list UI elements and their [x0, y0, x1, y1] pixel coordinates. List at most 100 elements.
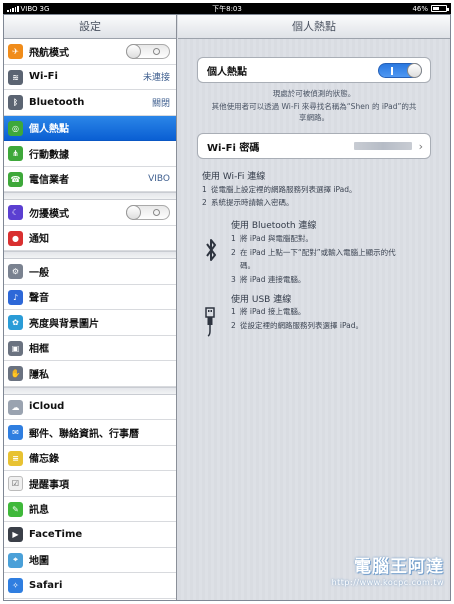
hotspot-toggle-row: 個人熱點 [197, 57, 431, 83]
step-number: 1 [231, 234, 236, 243]
usb-section-title: 使用 USB 連線 [231, 295, 292, 305]
switch-knob [407, 63, 422, 78]
step-text: 碼。 [240, 261, 255, 270]
sidebar-item-cloud[interactable]: ☁ iCloud [4, 395, 176, 420]
battery-percent: 46% [412, 4, 428, 13]
sidebar-item-wallpaper[interactable]: ✿ 亮度與背景圖片 [4, 310, 176, 336]
cloud-icon: ☁ [8, 399, 23, 415]
sidebar-item-label: 行動數據 [29, 149, 69, 161]
sidebar-item-messages[interactable]: ✎ 訊息 [4, 497, 176, 522]
cellular-icon: ⋔ [8, 146, 23, 161]
instruction-step: 2 系統提示時請輸入密碼。 [202, 198, 294, 208]
switch-off-mark [153, 48, 160, 55]
switch-knob [126, 44, 141, 59]
hotspot-switch[interactable] [378, 63, 422, 78]
reminders-icon: ☑ [8, 476, 23, 491]
sidebar-item-reminders[interactable]: ☑ 提醒事項 [4, 471, 176, 497]
speaker-icon: ♪ [8, 289, 23, 305]
maps-icon: ⌖ [8, 552, 23, 568]
group-separator [4, 386, 176, 395]
sidebar-item-airplane[interactable]: ✈ 飛航模式 [4, 39, 176, 65]
share-note-line2: 享網路。 [299, 113, 329, 122]
step-number: 3 [231, 274, 236, 284]
moon-switch[interactable] [126, 205, 170, 220]
mail-icon: ✉ [8, 425, 23, 440]
sidebar-item-label: 相框 [29, 344, 49, 356]
sidebar-item-label: 一般 [29, 267, 49, 279]
instruction-step: 1 從電腦上設定裡的網路服務列表選擇 iPad。 [202, 185, 357, 195]
sidebar-item-label: 勿擾模式 [29, 208, 69, 220]
sidebar-item-picture-frame[interactable]: ▣ 相框 [4, 336, 176, 361]
sidebar-item-phone[interactable]: ☎ 電信業者 VIBO [4, 167, 176, 192]
group-separator [4, 192, 176, 200]
airplane-icon: ✈ [8, 44, 23, 59]
sidebar-item-value: VIBO [148, 173, 170, 184]
bluetooth-section-title: 使用 Bluetooth 連線 [231, 221, 317, 231]
wifi-password-value [354, 142, 412, 150]
settings-sidebar: 設定 ✈ 飛航模式 ≋ Wi-Fi 未連接 ᛒ Bluetooth 關閉 ◎ 個人熱點 ⋔ 行動數據 ☎… [4, 15, 177, 600]
sidebar-item-label: 隱私 [29, 369, 49, 381]
sidebar-item-label: 提醒事項 [29, 479, 69, 491]
sidebar-item-label: 亮度與背景圖片 [29, 318, 99, 330]
sidebar-item-label: 備忘錄 [29, 454, 59, 466]
sidebar-item-label: Wi-Fi [29, 71, 58, 83]
settings-list: ✈ 飛航模式 ≋ Wi-Fi 未連接 ᛒ Bluetooth 關閉 ◎ 個人熱點 ⋔ 行動數據 ☎ 電信業… [4, 39, 176, 599]
chevron-right-icon: › [418, 140, 423, 153]
instruction-step: 3 將 iPad 連接電腦。 [231, 275, 305, 285]
usb-cable-icon [205, 307, 215, 337]
sidebar-item-label: iCloud [29, 401, 65, 413]
sidebar-item-hand[interactable]: ✋ 隱私 [4, 361, 176, 387]
instruction-step: 2 在 iPad 上點一下“配對”或輸入電腦上顯示的代 [231, 248, 396, 258]
safari-icon: ✧ [8, 578, 23, 593]
battery-indicator: 46% [412, 4, 449, 13]
step-text: 系統提示時請輸入密碼。 [211, 198, 294, 207]
sidebar-item-value: 關閉 [151, 98, 170, 109]
sidebar-item-hotspot[interactable]: ◎ 個人熱點 [4, 115, 176, 141]
share-note-line1: 其他使用者可以透過 Wi-Fi 來尋找名稱為“Shen 的 iPad”的共 [211, 102, 417, 111]
sidebar-item-notifications[interactable]: ● 通知 [4, 226, 176, 251]
step-text: 將 iPad 連接電腦。 [240, 274, 306, 284]
sidebar-item-speaker[interactable]: ♪ 聲音 [4, 285, 176, 310]
airplane-switch[interactable] [126, 44, 170, 59]
switch-on-mark [391, 67, 393, 75]
sidebar-item-label: 個人熱點 [29, 124, 69, 136]
sidebar-item-label: 郵件、聯絡資訊、行事曆 [29, 428, 139, 440]
sidebar-item-gear[interactable]: ⚙ 一般 [4, 259, 176, 285]
sidebar-item-maps[interactable]: ⌖ 地圖 [4, 548, 176, 573]
battery-icon [431, 5, 449, 12]
sidebar-item-facetime[interactable]: ▶ FaceTime [4, 522, 176, 548]
sidebar-item-value: 未連接 [142, 73, 170, 84]
watermark-url: http://www.kocpc.com.tw [331, 578, 444, 587]
sidebar-item-notes[interactable]: ≡ 備忘錄 [4, 446, 176, 471]
sidebar-item-safari[interactable]: ✧ Safari [4, 573, 176, 599]
watermark-title: 電腦王阿達 [354, 557, 444, 577]
step-text: 從設定裡的網路服務列表選擇 iPad。 [240, 321, 364, 330]
step-number: 1 [231, 307, 236, 316]
instruction-step: 1 將 iPad 與電腦配對。 [231, 234, 313, 244]
watermark: 電腦王阿達 http://www.kocpc.com.tw [314, 552, 444, 594]
status-time: 下午8:03 [212, 4, 242, 13]
settings-window: 設定 ✈ 飛航模式 ≋ Wi-Fi 未連接 ᛒ Bluetooth 關閉 ◎ 個人熱點 ⋔ 行動數據 ☎… [3, 14, 451, 601]
sidebar-item-label: 訊息 [29, 505, 49, 517]
instruction-step: 碼。 [231, 261, 255, 271]
notes-icon: ≡ [8, 450, 23, 466]
switch-knob [126, 205, 141, 220]
hand-icon: ✋ [8, 366, 23, 381]
sidebar-item-moon[interactable]: ☾ 勿擾模式 [4, 200, 176, 226]
wallpaper-icon: ✿ [8, 315, 23, 330]
discoverable-note: 現處於可被偵測的狀態。 [272, 89, 356, 98]
sidebar-item-bluetooth[interactable]: ᛒ Bluetooth 關閉 [4, 90, 176, 116]
sidebar-item-mail[interactable]: ✉ 郵件、聯絡資訊、行事曆 [4, 420, 176, 446]
step-text: 將 iPad 與電腦配對。 [240, 234, 313, 243]
hotspot-icon: ◎ [8, 120, 23, 136]
sidebar-item-label: 飛航模式 [29, 47, 69, 59]
step-number: 1 [202, 185, 207, 194]
step-text: 在 iPad 上點一下“配對”或輸入電腦上顯示的代 [240, 247, 396, 257]
sidebar-item-wifi[interactable]: ≋ Wi-Fi 未連接 [4, 65, 176, 90]
step-number: 2 [231, 321, 236, 330]
hotspot-detail-pane: 個人熱點 個人熱點 現處於可被偵測的狀態。 其他使用者可以透過 Wi-Fi 來尋… [178, 15, 450, 600]
sidebar-item-label: 通知 [29, 234, 49, 246]
detail-title: 個人熱點 [178, 15, 450, 39]
sidebar-item-cellular[interactable]: ⋔ 行動數據 [4, 141, 176, 167]
wifi-password-row[interactable]: Wi-Fi 密碼 › [197, 133, 431, 159]
